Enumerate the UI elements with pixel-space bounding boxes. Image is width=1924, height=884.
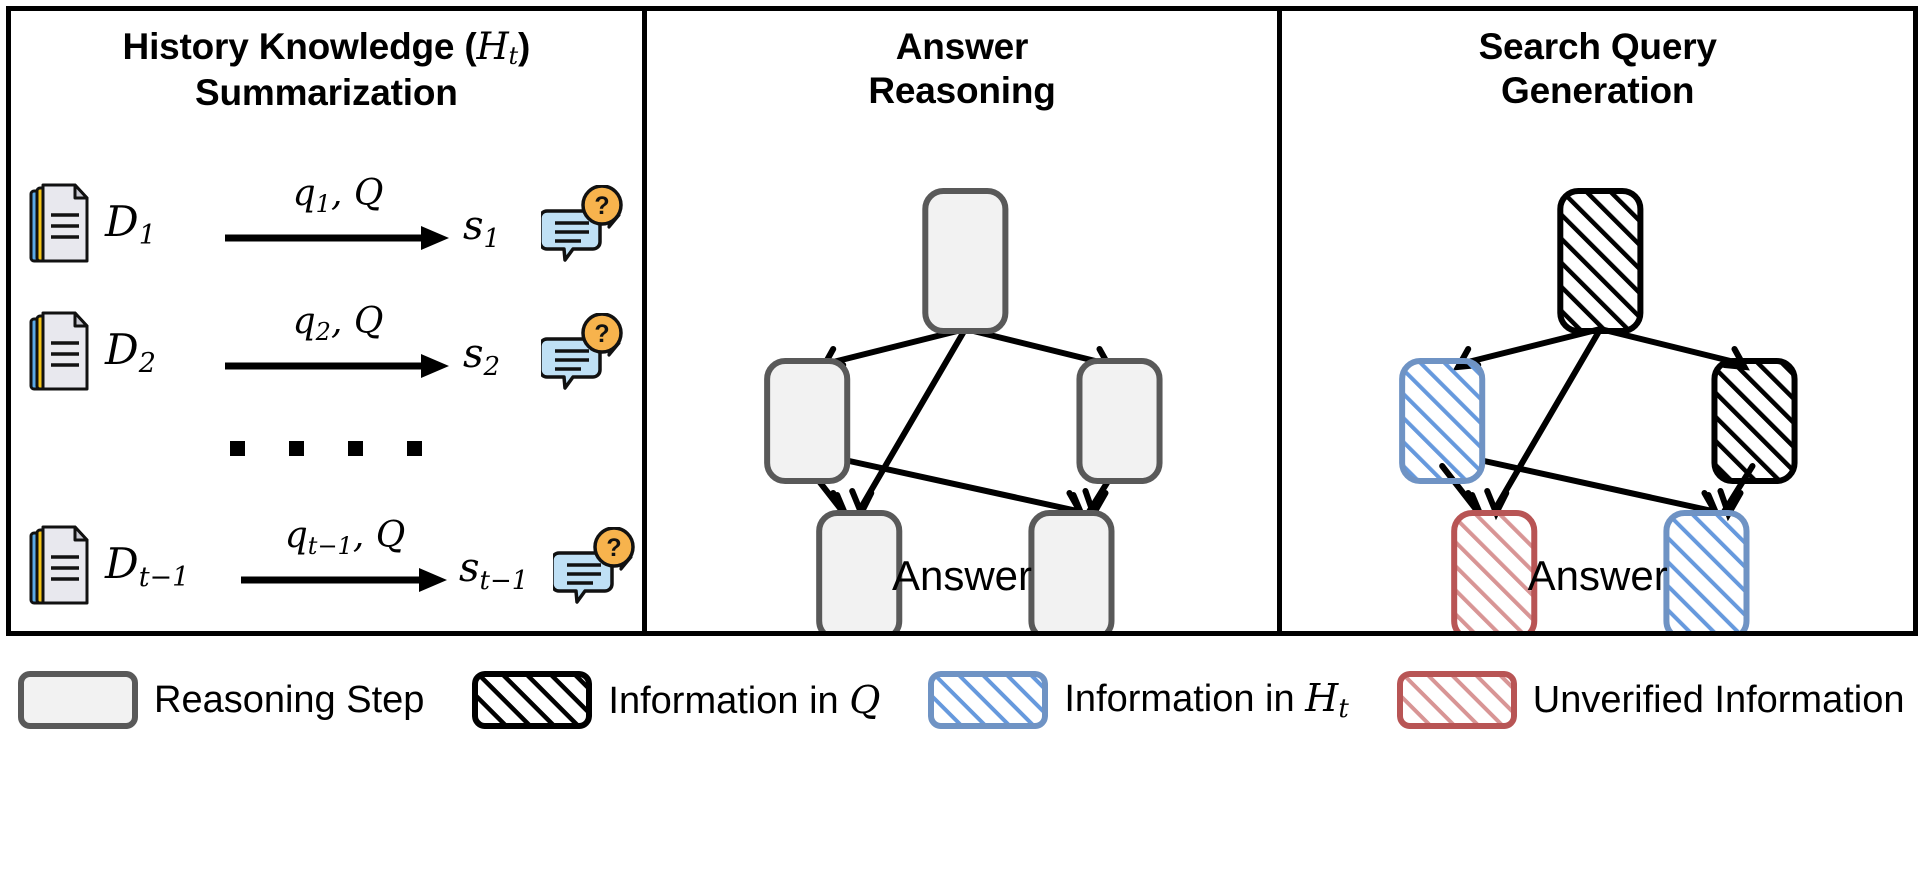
- panel-1-title-line1-pre: History Knowledge (: [122, 26, 477, 67]
- edge-level2left-to-level3right: [845, 458, 1081, 514]
- summarization-row-3: Dt−1 qt−1, Q st−1 ?: [11, 515, 642, 623]
- legend-item-information-in-q: Information in Q: [472, 671, 880, 729]
- legend-label-information-in-q: Information in Q: [608, 677, 881, 722]
- edge-root-to-level2-left: [1461, 326, 1604, 366]
- arrow-right-icon-3: [241, 568, 447, 592]
- document-stack-icon: [29, 525, 89, 605]
- panel-container: History Knowledge (Ht) Summarization D1 …: [6, 6, 1918, 636]
- legend-swatch-hatch-blue: [928, 671, 1049, 729]
- panel-1-title-line1-post: ): [517, 26, 531, 67]
- query-node-root-hatch-black: [1557, 188, 1644, 334]
- panel-answer-reasoning: Answer Reasoning Answer: [641, 11, 1278, 631]
- panel-1-title: History Knowledge (Ht) Summarization: [11, 25, 642, 115]
- query-label-2: q2, Q: [292, 301, 384, 346]
- legend-label-unverified-information: Unverified Information: [1532, 678, 1905, 721]
- document-label-2: D2: [105, 325, 156, 379]
- answer-label-panel3: Answer: [1527, 552, 1668, 599]
- document-stack-icon: [29, 311, 89, 391]
- ellipsis-dots: [11, 441, 642, 461]
- summary-label-3: st−1: [459, 545, 529, 596]
- legend-label-information-in-h: Information in Ht: [1064, 676, 1349, 724]
- legend-item-reasoning-step: Reasoning Step: [18, 671, 424, 729]
- panel-1-title-line2: Summarization: [195, 71, 458, 113]
- legend-swatch-hatch-red: [1396, 671, 1517, 729]
- edge-root-to-level2-right: [962, 326, 1107, 366]
- svg-text:?: ?: [594, 320, 609, 348]
- query-label-1: q1, Q: [292, 173, 384, 218]
- ellipsis-dot: [289, 441, 305, 456]
- summarization-row-1: D1 q1, Q s1 ?: [11, 173, 642, 281]
- chat-question-icon-2: ?: [541, 313, 623, 390]
- legend-item-unverified-information: Unverified Information: [1396, 671, 1905, 729]
- query-label-3: qt−1, Q: [284, 515, 406, 560]
- legend-label-reasoning-step: Reasoning Step: [154, 678, 425, 721]
- legend-swatch-hatch-black: [472, 671, 593, 729]
- summary-label-1: s1: [463, 203, 501, 254]
- arrow-right-icon-2: [225, 354, 449, 378]
- document-label-1: D1: [105, 197, 156, 251]
- reasoning-node-level2-right: [1076, 358, 1163, 484]
- ellipsis-dot: [407, 441, 423, 456]
- answer-label-panel2: Answer: [891, 552, 1033, 599]
- ellipsis-dot: [230, 441, 246, 456]
- reasoning-graph: [763, 188, 1163, 631]
- query-node-level2-left-hatch-blue: [1399, 358, 1486, 484]
- document-label-3: Dt−1: [105, 539, 190, 593]
- figure-root: History Knowledge (Ht) Summarization D1 …: [0, 0, 1924, 884]
- panel-search-query-generation: Search Query Generation Answer: [1277, 11, 1914, 631]
- subscript-t: t: [508, 42, 519, 70]
- query-node-level2-right-hatch-black: [1711, 358, 1798, 484]
- search-query-graph: [1399, 188, 1798, 631]
- legend-item-information-in-h: Information in Ht: [928, 671, 1349, 729]
- edge-root-to-level2-right: [1597, 326, 1742, 366]
- summary-label-2: s2: [463, 331, 501, 382]
- chat-question-icon-3: ?: [553, 527, 635, 604]
- reasoning-node-level2-left: [763, 358, 850, 484]
- svg-text:?: ?: [606, 534, 621, 562]
- mathcal-H: H: [1305, 676, 1339, 720]
- mathcal-H: H: [476, 25, 509, 68]
- svg-text:?: ?: [594, 192, 609, 220]
- subscript-t: t: [1338, 694, 1349, 724]
- mathcal-Q: Q: [849, 677, 881, 722]
- reasoning-node-root: [921, 188, 1009, 334]
- summarization-row-2: D2 q2, Q s2 ?: [11, 301, 642, 409]
- arrow-right-icon-1: [225, 226, 449, 250]
- ellipsis-dot: [348, 441, 364, 456]
- panel-history-knowledge-summarization: History Knowledge (Ht) Summarization D1 …: [11, 11, 642, 631]
- chat-question-icon-1: ?: [541, 185, 623, 262]
- document-stack-icon: [29, 183, 89, 263]
- edge-level2left-to-level3right: [1481, 458, 1716, 514]
- legend-swatch-plain: [18, 671, 138, 729]
- legend: Reasoning Step Information in Q Informat…: [6, 650, 1918, 750]
- edge-root-to-level2-left: [825, 326, 969, 366]
